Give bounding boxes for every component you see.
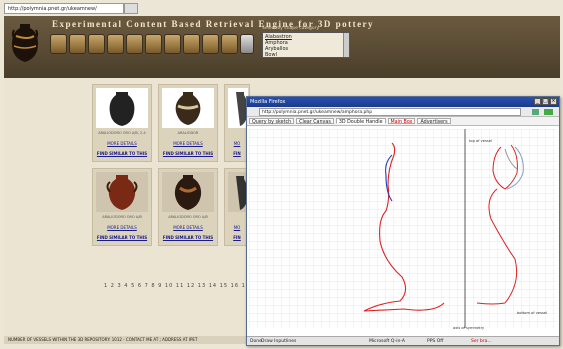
tab-3d-double-handle[interactable]: 3D Double Handle (335, 118, 386, 125)
sketch-toolbar: Query by sketch Clear Canvas 3D Double H… (247, 117, 559, 126)
canvas-label-top: top of vessel (469, 139, 492, 143)
vessel-thumbnail[interactable] (228, 172, 248, 212)
find-similar-link[interactable]: FIND SIMILAR TO THIS (93, 151, 151, 156)
vessel-caption: ARALIODORO ORO A/B (102, 215, 142, 219)
tab-clear-canvas[interactable]: Clear Canvas (296, 118, 334, 125)
canvas-label-bottom: bottom of vessel (517, 311, 548, 315)
shape-category-list[interactable]: Alabastron Amphora Aryballos Bowl (262, 32, 350, 58)
status-mid: Draw Inputlines (261, 339, 297, 344)
shape-category-select: Select by shape category Alabastron Amph… (262, 26, 356, 60)
vase-category-icon[interactable] (88, 34, 105, 54)
status-right1: Microsoft Q-in-A (369, 339, 405, 344)
result-tile: ARALIODOR MORE DETAILS FIND SIMILAR TO T… (158, 84, 218, 162)
result-tile: ARALIODORO ORO A/B MORE DETAILS FIND SIM… (92, 168, 152, 246)
tab-main-box[interactable]: Main Box (387, 118, 416, 125)
more-details-link[interactable]: MORE DETAILS (93, 141, 151, 146)
vessel-thumbnail[interactable] (228, 88, 248, 128)
vessel-thumbnail[interactable] (96, 172, 148, 212)
vase-category-icon[interactable] (202, 34, 219, 54)
status-right2: PPS Off (427, 339, 444, 344)
sketch-canvas[interactable] (249, 129, 557, 328)
new-tab-button[interactable] (124, 3, 138, 14)
popup-title: Mozilla Firefox (250, 99, 286, 105)
find-similar-link[interactable]: FIND SIMILAR TO THIS (159, 235, 217, 240)
sketch-popup-window: Mozilla Firefox _ □ × http://polymnia.pn… (246, 96, 560, 346)
popup-title-bar: Mozilla Firefox _ □ × (247, 97, 559, 107)
vessel-caption: ARALIODORO ORO A/B, 2-4 (98, 131, 146, 135)
vessel-thumbnail[interactable] (162, 172, 214, 212)
canvas-label-axis: axis of symmetry (453, 326, 485, 330)
popup-status-bar: Done Draw Inputlines Microsoft Q-in-A PP… (247, 336, 559, 345)
vessel-thumbnail[interactable] (96, 88, 148, 128)
vessel-thumbnail[interactable] (162, 88, 214, 128)
close-icon[interactable]: × (550, 98, 557, 105)
search-label: Select by shape category (262, 26, 320, 31)
minimize-icon[interactable]: _ (534, 98, 541, 105)
find-similar-link[interactable]: FIND SIMILAR TO THIS (93, 235, 151, 240)
more-details-link[interactable]: MORE DETAILS (159, 225, 217, 230)
amphora-logo-icon (11, 24, 39, 62)
vase-category-icon[interactable] (50, 34, 67, 54)
more-details-link[interactable]: MORE DETAILS (159, 141, 217, 146)
search-magnifier-icon[interactable] (240, 34, 254, 54)
chart-icon[interactable] (221, 34, 238, 54)
vase-category-icon[interactable] (164, 34, 181, 54)
address-bar[interactable]: http://polymnia.pnet.gr/ukeamnew/ (4, 3, 124, 14)
vessel-caption: ARALIODORO ORO A/B (168, 215, 208, 219)
tab-query-by-sketch[interactable]: Query by sketch (249, 118, 295, 125)
result-tile: ARALIODORO ORO A/B MORE DETAILS FIND SIM… (158, 168, 218, 246)
list-item[interactable]: Bowl (265, 52, 347, 58)
popup-address-row: http://polymnia.pnet.gr/ukeamnew/amphora… (247, 107, 559, 117)
bookmark-icon[interactable] (532, 109, 539, 115)
scrollbar[interactable] (343, 33, 349, 57)
go-icon[interactable] (544, 109, 553, 115)
find-similar-link[interactable]: FIND SIMILAR TO THIS (159, 151, 217, 156)
vase-category-icon[interactable] (126, 34, 143, 54)
vessel-caption: ARALIODOR (177, 131, 199, 135)
category-toolbar (50, 34, 254, 56)
vase-category-icon[interactable] (183, 34, 200, 54)
popup-address-bar[interactable]: http://polymnia.pnet.gr/ukeamnew/amphora… (259, 108, 521, 116)
site-banner: Experimental Content Based Retrieval Eng… (4, 16, 560, 78)
tab-advertisers[interactable]: Advertisers (417, 118, 451, 125)
vase-category-icon[interactable] (145, 34, 162, 54)
more-details-link[interactable]: MORE DETAILS (93, 225, 151, 230)
vase-category-icon[interactable] (69, 34, 86, 54)
result-tile: ARALIODORO ORO A/B, 2-4 MORE DETAILS FIN… (92, 84, 152, 162)
maximize-icon[interactable]: □ (542, 98, 549, 105)
status-right3: Ser bra... (471, 339, 492, 344)
vase-category-icon[interactable] (107, 34, 124, 54)
